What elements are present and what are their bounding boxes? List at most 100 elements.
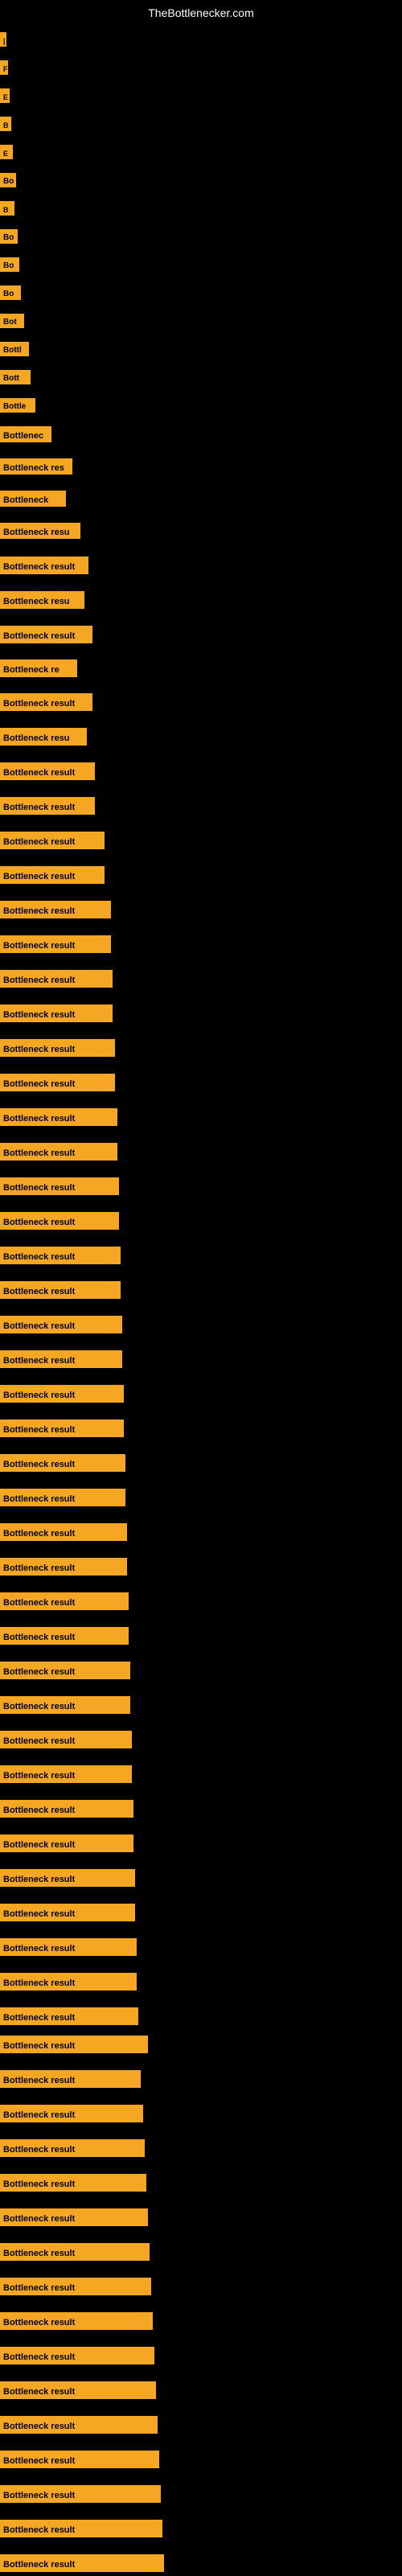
bar-label: Bottleneck result	[0, 1938, 137, 1956]
bar-item: Bottleneck result	[0, 1662, 130, 1683]
bar-label: Bottleneck result	[0, 1662, 130, 1679]
bar-item: Bott	[0, 370, 31, 388]
bar-item: Bottleneck result	[0, 2070, 141, 2092]
bar-label: Bottleneck result	[0, 1039, 115, 1057]
bar-item: Bottleneck result	[0, 1108, 117, 1130]
bar-label: Bottleneck result	[0, 1904, 135, 1921]
bar-item: Bottleneck result	[0, 1039, 115, 1061]
bar-item: Bottleneck resu	[0, 523, 80, 543]
bar-item: Bottleneck result	[0, 1350, 122, 1372]
bar-label: F	[0, 60, 8, 75]
bar-item: Bottleneck result	[0, 1143, 117, 1165]
bar-item: Bottleneck result	[0, 762, 95, 784]
bar-label: Bottleneck result	[0, 693, 92, 711]
bar-item: Bot	[0, 314, 24, 332]
bar-item: Bottleneck result	[0, 1489, 125, 1510]
bar-label: Bottleneck	[0, 491, 66, 507]
bar-label: Bottleneck result	[0, 2007, 138, 2025]
bar-label: Bottleneck result	[0, 2520, 162, 2537]
bar-label: Bottleneck result	[0, 2554, 164, 2572]
bar-label: Bottleneck res	[0, 458, 72, 475]
bar-item: Bottleneck result	[0, 2451, 159, 2472]
bar-label: Bottleneck result	[0, 2174, 146, 2192]
bar-label: B	[0, 201, 14, 216]
bar-label: Bottleneck result	[0, 2036, 148, 2053]
bar-label: Bottleneck result	[0, 557, 88, 574]
bar-label: Bottleneck result	[0, 762, 95, 780]
bar-label: Bottleneck result	[0, 2312, 153, 2330]
bar-item: Bottleneck result	[0, 626, 92, 647]
bar-label: Bottleneck result	[0, 970, 113, 988]
bar-item: Bottleneck result	[0, 2347, 154, 2369]
bar-label: Bottle	[0, 398, 35, 413]
bar-label: Bottleneck result	[0, 2105, 143, 2122]
bar-label: Bottleneck result	[0, 1074, 115, 1091]
bar-label: Bottleneck result	[0, 2381, 156, 2399]
bar-label: Bottleneck result	[0, 2485, 161, 2503]
bar-label: Bottleneck result	[0, 1385, 124, 1403]
bar-item: Bottleneck result	[0, 1281, 121, 1303]
bar-label: Bottleneck result	[0, 1143, 117, 1161]
bar-item: Bottleneck result	[0, 1627, 129, 1649]
bar-label: Bottleneck result	[0, 1108, 117, 1126]
bar-label: Bottleneck result	[0, 1350, 122, 1368]
bar-label: Bottleneck result	[0, 2070, 141, 2088]
bar-label: Bottleneck result	[0, 1177, 119, 1195]
bar-item: Bottleneck result	[0, 2554, 164, 2576]
bar-item: E	[0, 145, 13, 163]
bar-item: Bottleneck result	[0, 693, 92, 715]
bar-item: Bottleneck result	[0, 1523, 127, 1545]
bar-label: Bottleneck result	[0, 2416, 158, 2434]
bar-label: Bottleneck result	[0, 797, 95, 815]
bar-label: Bottleneck result	[0, 2278, 151, 2295]
bar-label: Bottleneck result	[0, 935, 111, 953]
bar-item: Bottleneck result	[0, 1316, 122, 1337]
bar-label: Bottleneck result	[0, 1489, 125, 1506]
bar-item: Bottle	[0, 398, 35, 417]
bar-item: Bottleneck result	[0, 1074, 115, 1095]
bar-label: Bottleneck result	[0, 2139, 145, 2157]
bar-label: Bo	[0, 257, 19, 272]
bar-label: Bottleneck result	[0, 1627, 129, 1645]
bar-item: Bottleneck result	[0, 1558, 127, 1580]
bar-label: Bottleneck result	[0, 1523, 127, 1541]
bar-item: Bottleneck result	[0, 1800, 133, 1822]
bar-label: Bottleneck result	[0, 866, 105, 884]
bar-label: Bottleneck result	[0, 832, 105, 849]
bar-item: Bottleneck result	[0, 2105, 143, 2126]
bar-item: Bottleneck result	[0, 1247, 121, 1268]
bar-label: Bottleneck result	[0, 1316, 122, 1333]
bar-label: Bott	[0, 370, 31, 384]
bar-label: Bottleneck result	[0, 2451, 159, 2468]
bar-label: E	[0, 88, 10, 103]
bar-item: Bottleneck result	[0, 1454, 125, 1476]
bar-item: Bottleneck result	[0, 1765, 132, 1787]
bar-label: Bottleneck result	[0, 1731, 132, 1748]
bar-item: Bottleneck resu	[0, 591, 84, 613]
bar-label: Bottleneck result	[0, 901, 111, 918]
bar-item: Bottleneck result	[0, 2007, 138, 2029]
bar-item: Bottleneck result	[0, 557, 88, 578]
site-title: TheBottlenecker.com	[148, 6, 254, 19]
bar-item: Bo	[0, 286, 21, 304]
bar-item: Bottleneck re	[0, 659, 77, 681]
bar-item: Bottleneck result	[0, 2243, 150, 2265]
bar-item: Bottleneck	[0, 491, 66, 511]
bar-label: Bottleneck result	[0, 1419, 124, 1437]
bar-item: Bottleneck result	[0, 1005, 113, 1026]
bar-label: Bottleneck resu	[0, 523, 80, 539]
bar-item: B	[0, 117, 11, 135]
bar-label: |	[0, 32, 6, 47]
bar-item: Bottleneck result	[0, 1731, 132, 1752]
bar-item: Bottleneck result	[0, 935, 111, 957]
bar-label: Bottleneck result	[0, 1869, 135, 1887]
bar-label: Bottleneck result	[0, 1800, 133, 1818]
bar-item: Bottleneck result	[0, 901, 111, 922]
bar-label: Bottleneck re	[0, 659, 77, 677]
bar-label: B	[0, 117, 11, 131]
bar-item: Bottleneck result	[0, 866, 105, 888]
bar-label: Bo	[0, 173, 16, 187]
bar-item: Bottleneck result	[0, 970, 113, 992]
bar-item: Bottleneck result	[0, 1212, 119, 1234]
bar-item: Bottlenec	[0, 426, 51, 446]
